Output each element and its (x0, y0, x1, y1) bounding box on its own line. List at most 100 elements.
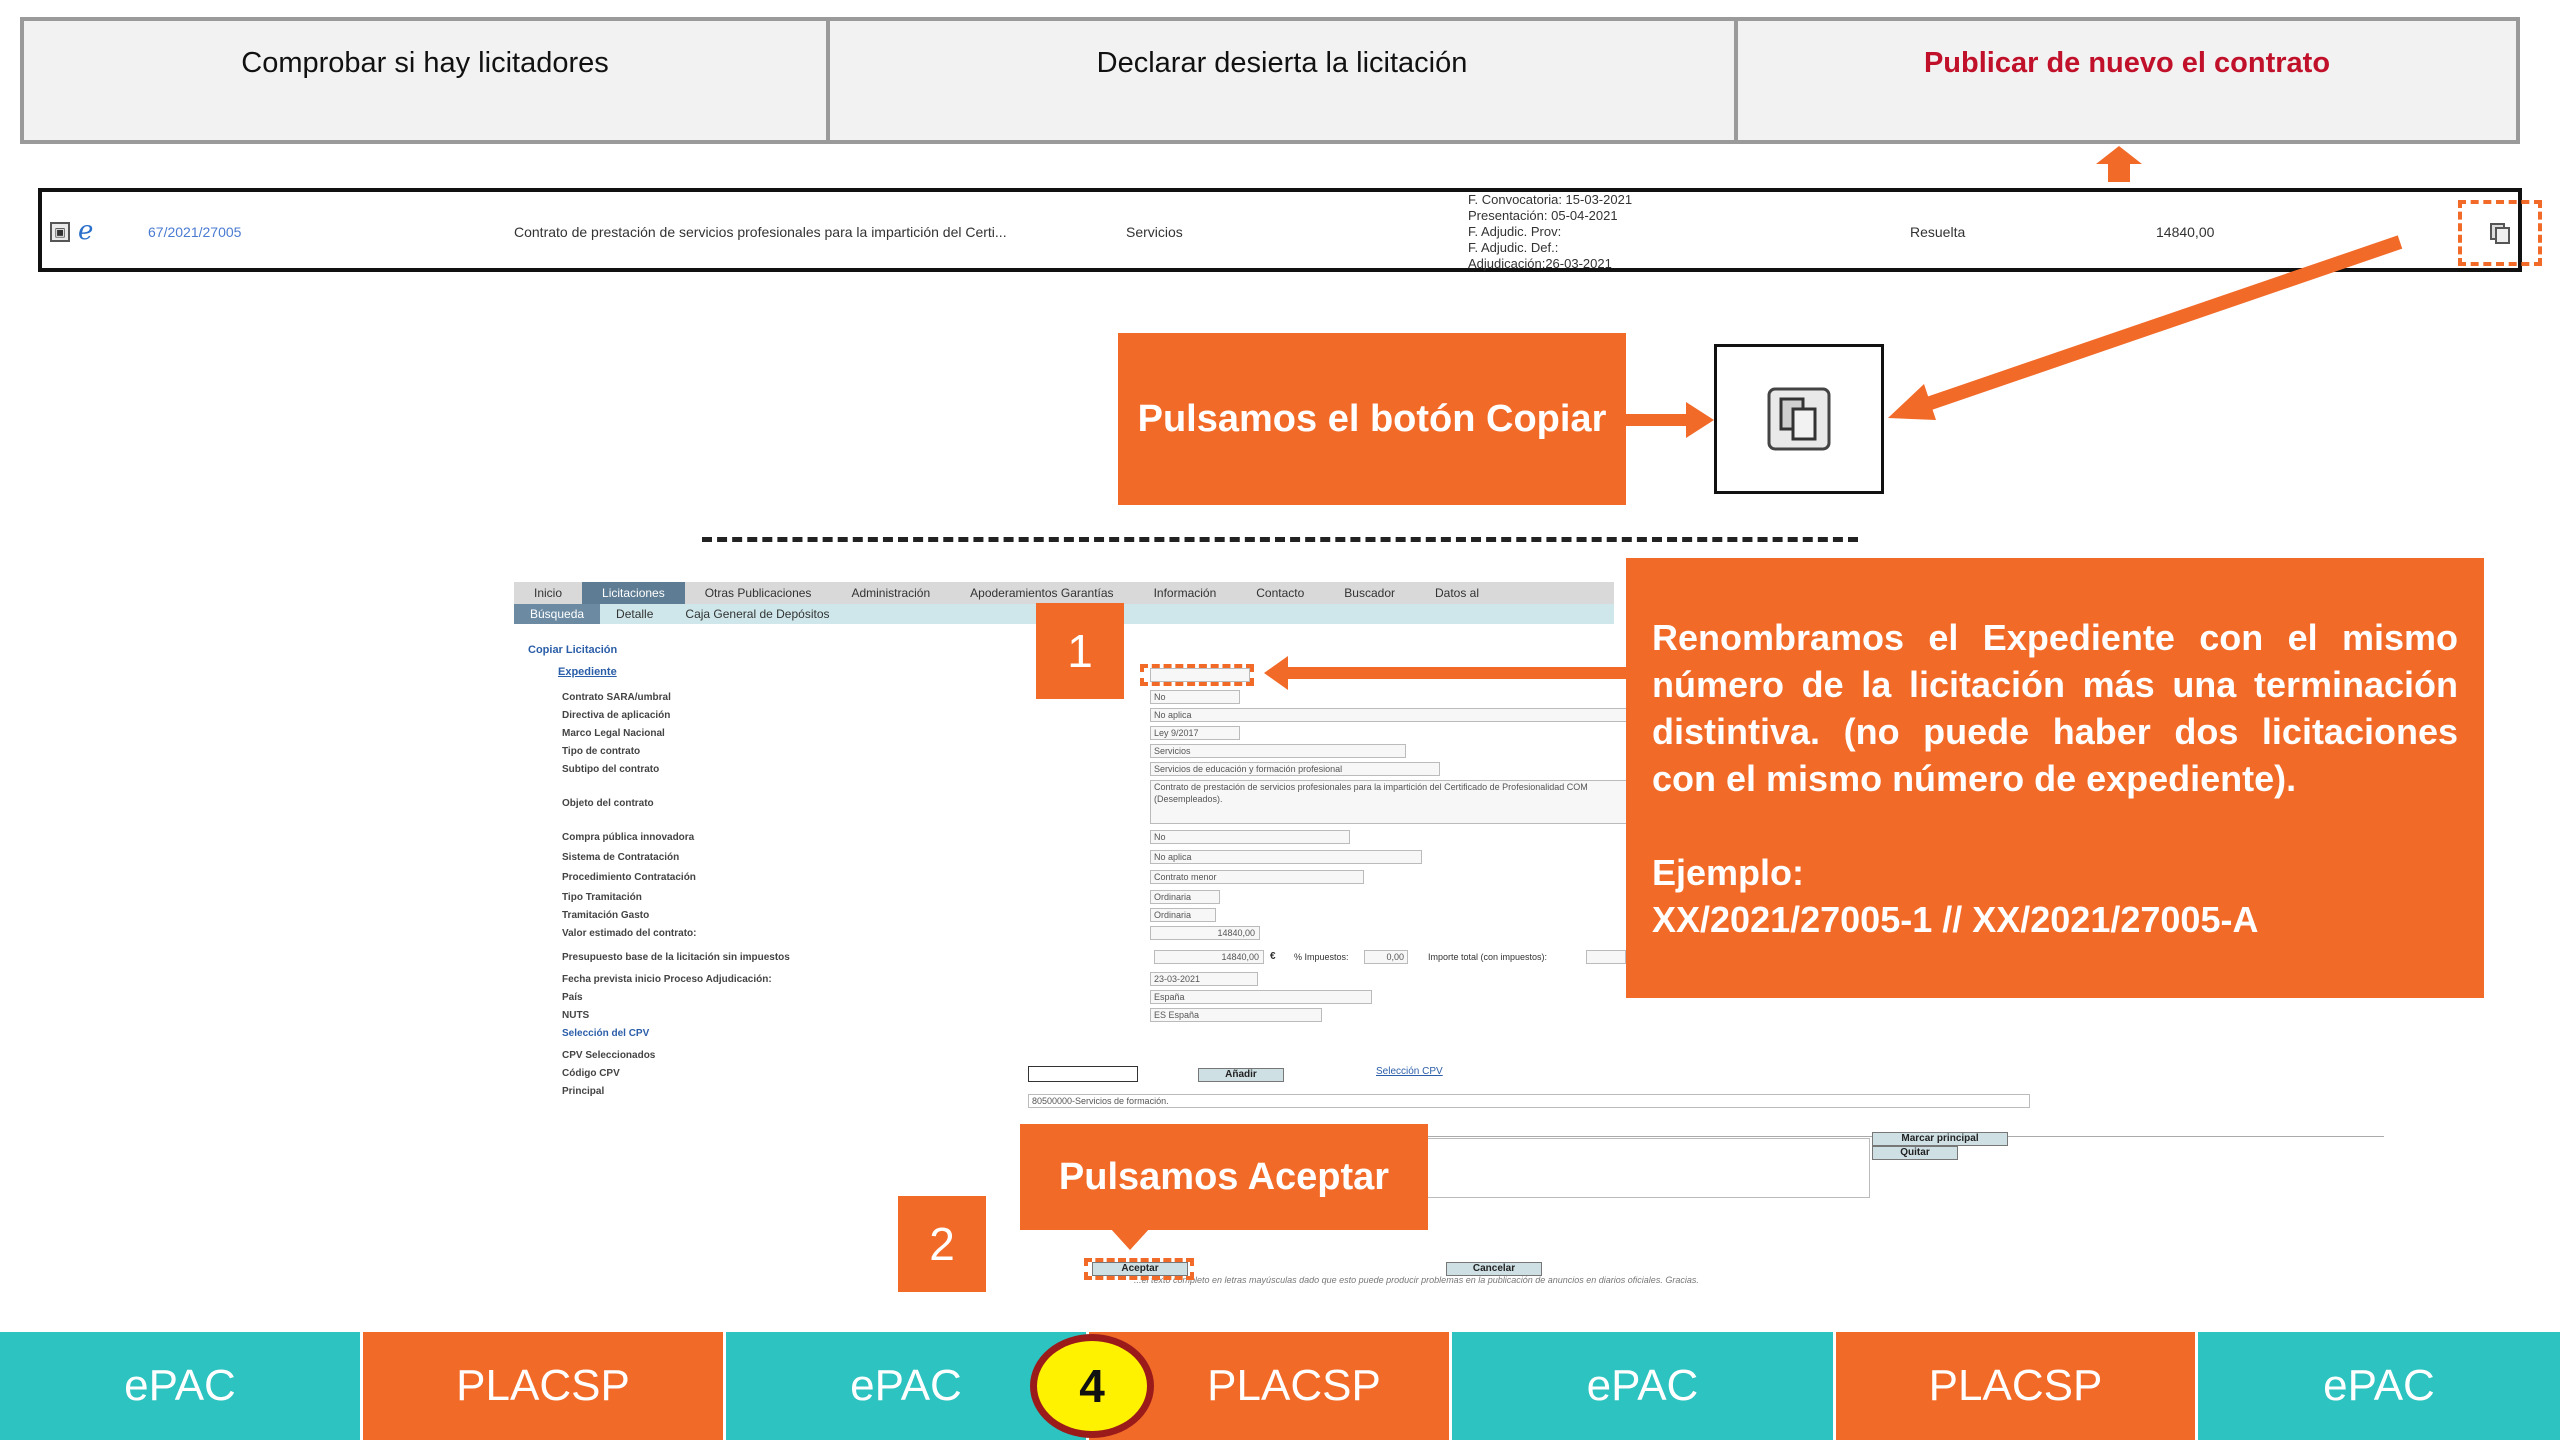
label-fecha: Fecha prevista inicio Proceso Adjudicaci… (562, 974, 772, 985)
label-procedimiento: Procedimiento Contratación (562, 872, 696, 883)
label-principal: Principal (562, 1086, 605, 1097)
step-declare-void: Declarar desierta la licitación (830, 21, 1738, 140)
label-sistema: Sistema de Contratación (562, 852, 680, 863)
callout-press-copy: Pulsamos el botón Copiar (1118, 333, 1626, 505)
tipo-tramitacion-select[interactable]: Ordinaria (1150, 890, 1220, 904)
bottom-item-placsp[interactable]: PLACSP (363, 1332, 726, 1440)
example-value: XX/2021/27005-1 // XX/2021/27005-A (1652, 899, 2259, 940)
right-arrow-icon (1626, 402, 1714, 438)
callout-press-accept: Pulsamos Aceptar (1020, 1124, 1428, 1230)
copy-icon[interactable] (2488, 221, 2512, 245)
step-republish-contract: Publicar de nuevo el contrato (1923, 47, 2331, 79)
tender-type: Servicios (1126, 224, 1183, 240)
bottom-nav-bar: ePAC PLACSP ePAC PLACSP ePAC PLACSP ePAC (0, 1332, 2560, 1440)
bottom-item-epac[interactable]: ePAC (0, 1332, 363, 1440)
copy-button-highlight[interactable] (2458, 200, 2542, 266)
label-subtipo: Subtipo del contrato (562, 764, 660, 775)
procedimiento-select[interactable]: Contrato menor (1150, 870, 1364, 884)
process-steps: Comprobar si hay licitadores Declarar de… (20, 17, 2520, 144)
currency-label: € (1270, 951, 1276, 962)
label-sara: Contrato SARA/umbral (562, 692, 671, 703)
nav-datos[interactable]: Datos al (1415, 586, 1499, 600)
nav-informacion[interactable]: Información (1134, 586, 1237, 600)
date-adjudic-prov: F. Adjudic. Prov: (1468, 224, 1562, 239)
left-arrow-icon (1264, 656, 1630, 690)
anadir-button[interactable]: Añadir (1198, 1068, 1284, 1082)
subtipo-select[interactable]: Servicios de educación y formación profe… (1150, 762, 1440, 776)
form-footer-note: ...el texto completo en letras mayúscula… (1134, 1275, 1699, 1285)
nuts-select[interactable]: ES España (1150, 1008, 1322, 1022)
nav-inicio[interactable]: Inicio (514, 586, 582, 600)
marco-select[interactable]: Ley 9/2017 (1150, 726, 1240, 740)
objeto-textarea[interactable]: Contrato de prestación de servicios prof… (1150, 780, 1630, 824)
importe-total-label: Importe total (con impuestos): (1428, 952, 1548, 962)
expediente-highlight (1140, 664, 1254, 686)
callout-rename-expediente: Renombramos el Expediente con el mismo n… (1626, 558, 2484, 998)
date-presentacion: Presentación: 05-04-2021 (1468, 208, 1618, 223)
valor-input[interactable]: 14840,00 (1150, 926, 1260, 940)
step-number-1: 1 (1036, 603, 1124, 699)
label-marco: Marco Legal Nacional (562, 728, 665, 739)
nav-contacto[interactable]: Contacto (1236, 586, 1324, 600)
label-objeto: Objeto del contrato (562, 798, 654, 809)
bottom-item-epac[interactable]: ePAC (2198, 1332, 2560, 1440)
nav-buscador[interactable]: Buscador (1324, 586, 1415, 600)
impuestos-label: % Impuestos: (1294, 952, 1349, 962)
expediente-section-link[interactable]: Expediente (558, 666, 617, 678)
copy-icon[interactable] (1765, 385, 1833, 453)
cpv-selected-list[interactable]: 80500000-Servicios de formación. (1028, 1094, 2030, 1108)
main-nav: Inicio Licitaciones Otras Publicaciones … (514, 582, 1614, 604)
seleccion-cpv-link[interactable]: Selección CPV (1376, 1066, 1443, 1077)
rename-instructions: Renombramos el Expediente con el mismo n… (1652, 617, 2458, 799)
date-adjudic-def: F. Adjudic. Def.: (1468, 240, 1559, 255)
pais-select[interactable]: España (1150, 990, 1372, 1004)
nav-administracion[interactable]: Administración (831, 586, 950, 600)
e-document-icon[interactable]: e (78, 216, 104, 246)
form-title: Copiar Licitación (528, 644, 618, 656)
example-title: Ejemplo: (1652, 852, 1805, 893)
section-divider (702, 537, 1858, 542)
label-nuts: NUTS (562, 1010, 590, 1021)
marcar-principal-button[interactable]: Marcar principal (1872, 1132, 2008, 1146)
detail-icon[interactable]: ▣ (50, 222, 70, 242)
bottom-item-placsp[interactable]: PLACSP (1836, 1332, 2198, 1440)
bottom-item-epac[interactable]: ePAC (1452, 1332, 1836, 1440)
nav-otras-publicaciones[interactable]: Otras Publicaciones (685, 586, 832, 600)
label-pais: País (562, 992, 583, 1003)
importe-total-input[interactable] (1586, 950, 1626, 964)
tipo-select[interactable]: Servicios (1150, 744, 1406, 758)
subnav-caja-depositos[interactable]: Caja General de Depósitos (669, 607, 845, 621)
tender-id-link[interactable]: 67/2021/27005 (148, 224, 241, 240)
date-adjudicacion: Adjudicación:26-03-2021 (1468, 256, 1612, 271)
cancelar-button[interactable]: Cancelar (1446, 1262, 1542, 1276)
label-codigo-cpv: Código CPV (562, 1068, 620, 1079)
tramitacion-gasto-select[interactable]: Ordinaria (1150, 908, 1216, 922)
compra-select[interactable]: No (1150, 830, 1350, 844)
impuestos-input[interactable]: 0,00 (1364, 950, 1408, 964)
tender-dates: F. Convocatoria: 15-03-2021 Presentación… (1468, 192, 1632, 272)
label-tipo: Tipo de contrato (562, 746, 641, 757)
copy-button-zoom[interactable] (1714, 344, 1884, 494)
label-tipo-tramitacion: Tipo Tramitación (562, 892, 642, 903)
subnav-busqueda[interactable]: Búsqueda (514, 604, 601, 624)
sistema-select[interactable]: No aplica (1150, 850, 1422, 864)
up-arrow-icon (2096, 146, 2142, 182)
pointer-arrow-icon (1888, 235, 2403, 420)
presupuesto-input[interactable]: 14840,00 (1154, 950, 1264, 964)
cpv-principal-box[interactable] (1414, 1138, 1870, 1198)
sara-select[interactable]: No (1150, 690, 1240, 704)
nav-apoderamientos[interactable]: Apoderamientos Garantías (950, 586, 1133, 600)
fecha-input[interactable]: 23-03-2021 (1150, 972, 1258, 986)
label-directiva: Directiva de aplicación (562, 710, 671, 721)
label-presupuesto: Presupuesto base de la licitación sin im… (562, 952, 790, 963)
quitar-button[interactable]: Quitar (1872, 1146, 1958, 1160)
step-check-bidders: Comprobar si hay licitadores (24, 21, 830, 140)
step-number-2: 2 (898, 1196, 986, 1292)
subnav-detalle[interactable]: Detalle (600, 607, 669, 621)
cpv-code-input[interactable] (1028, 1066, 1138, 1082)
callout-pointer-icon (1110, 1228, 1150, 1250)
nav-licitaciones[interactable]: Licitaciones (582, 582, 685, 604)
directiva-field[interactable]: No aplica (1150, 708, 1650, 722)
cpv-section-title: Selección del CPV (562, 1028, 650, 1039)
current-step-badge: 4 (1030, 1334, 1154, 1438)
